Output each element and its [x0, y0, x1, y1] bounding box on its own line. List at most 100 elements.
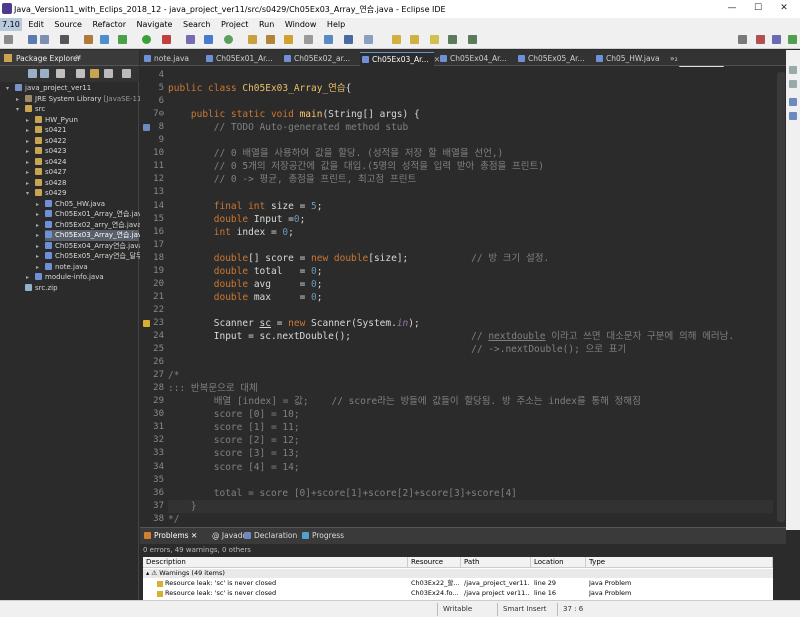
problem-cell[interactable]: Ch03Ex22_할... — [411, 579, 459, 588]
collapsed-arrow-icon[interactable]: ▸ — [26, 146, 29, 157]
code-line[interactable]: final int size = 5; — [168, 200, 323, 213]
collapsed-arrow-icon[interactable]: ▸ — [36, 262, 39, 273]
menu-navigate[interactable]: Navigate — [133, 18, 177, 31]
focus-icon[interactable] — [104, 69, 113, 78]
build-icon[interactable] — [84, 35, 93, 44]
previous-annotation-icon[interactable] — [410, 35, 419, 44]
open-task-icon[interactable] — [266, 35, 275, 44]
code-line[interactable]: */ — [168, 513, 179, 525]
code-line[interactable]: Scanner sc = new Scanner(System.in); — [168, 317, 420, 330]
run-icon[interactable] — [142, 35, 151, 44]
code-line[interactable]: double max = 0; — [168, 291, 323, 304]
tree-item[interactable]: ▾ src — [16, 104, 139, 115]
open-type-icon[interactable] — [248, 35, 257, 44]
collapsed-arrow-icon[interactable]: ▸ — [36, 209, 39, 220]
forward-icon[interactable] — [40, 69, 49, 78]
collapsed-arrow-icon[interactable]: ▸ — [26, 167, 29, 178]
problem-cell[interactable]: /java project ver11... — [464, 589, 529, 598]
code-line[interactable]: double[] score = new double[size]; // 방 … — [168, 252, 549, 265]
menu-refactor[interactable]: Refactor — [88, 18, 130, 31]
collapsed-arrow-icon[interactable]: ▸ — [26, 178, 29, 189]
menu-search[interactable]: Search — [179, 18, 214, 31]
menu-edit[interactable]: Edit — [24, 18, 48, 31]
editor-tab[interactable]: Ch05Ex03_Ar... ✕ — [360, 52, 440, 66]
search-icon[interactable] — [284, 35, 293, 44]
view-menu-icon[interactable] — [122, 69, 131, 78]
back-icon[interactable] — [28, 69, 37, 78]
tree-item[interactable]: ▸ Ch05Ex05_Array연습_달무 — [36, 251, 142, 262]
tree-item[interactable]: ▸ note.java — [36, 262, 139, 273]
tree-item[interactable]: ▸ Ch05_HW.java — [36, 199, 139, 210]
tree-item[interactable]: ▸ s0422 — [26, 136, 139, 147]
next-annotation-icon[interactable] — [392, 35, 401, 44]
code-line[interactable]: // 0 배열을 사용하여 값을 할당. (성적을 저장 할 배열을 선언,) — [168, 147, 504, 160]
problem-cell[interactable]: Java Problem — [589, 589, 771, 598]
collapsed-arrow-icon[interactable]: ▸ — [36, 251, 39, 262]
editor-tab[interactable]: Ch05_HW.java — [594, 52, 668, 66]
maximize-button[interactable]: ☐ — [748, 2, 768, 15]
minimize-button[interactable]: — — [722, 2, 742, 15]
problems-table[interactable]: Description Resource Path Location Type ▴ ⚠ W… — [143, 557, 773, 601]
column-header[interactable]: Type — [586, 557, 773, 568]
scrollbar-thumb[interactable] — [777, 72, 785, 522]
problem-cell[interactable]: Ch03Ex24.fo... — [411, 589, 459, 598]
code-line[interactable]: double Input =0; — [168, 213, 306, 226]
menu-help[interactable]: Help — [323, 18, 349, 31]
tree-item[interactable]: ▸ s0423 — [26, 146, 139, 157]
code-line[interactable]: score [2] = 12; — [168, 434, 300, 447]
editor-tab[interactable]: Ch05Ex05_Ar... — [516, 52, 590, 66]
tree-item[interactable]: ▸ module-info.java — [26, 272, 139, 283]
collapsed-arrow-icon[interactable]: ▸ — [26, 115, 29, 126]
print-icon[interactable] — [60, 35, 69, 44]
tree-item[interactable]: src.zip — [25, 283, 139, 294]
show-whitespace-icon[interactable] — [364, 35, 373, 44]
save-all-icon[interactable] — [40, 35, 49, 44]
tree-item[interactable]: ▸ s0424 — [26, 157, 139, 168]
code-line[interactable]: double total = 0; — [168, 265, 323, 278]
menu-window[interactable]: Window — [281, 18, 321, 31]
code-line[interactable]: double avg = 0; — [168, 278, 323, 291]
toggle-breadcrumb-icon[interactable] — [324, 35, 333, 44]
collapsed-arrow-icon[interactable]: ▸ — [36, 220, 39, 231]
column-header[interactable]: Location — [531, 557, 586, 568]
code-line[interactable]: total = score [0]+score[1]+score[2]+scor… — [168, 487, 517, 500]
task-list-icon[interactable] — [789, 112, 797, 120]
expanded-arrow-icon[interactable]: ▾ — [26, 188, 29, 199]
tree-item[interactable]: ▾ java_project_ver11 — [6, 83, 139, 94]
debug-icon[interactable] — [118, 35, 127, 44]
code-line[interactable]: score [1] = 11; — [168, 421, 300, 434]
tree-item[interactable]: ▾ s0429 — [26, 188, 139, 199]
save-icon[interactable] — [28, 35, 37, 44]
code-line[interactable]: public class Ch05Ex03_Array_연습{ — [168, 82, 351, 95]
code-line[interactable]: // ->.nextDouble(); 으로 표기 — [168, 343, 626, 356]
editor-tab[interactable]: Ch05Ex04_Ar... — [438, 52, 512, 66]
warnings-group-row[interactable]: ▴ ⚠ Warnings (49 items) — [143, 569, 773, 578]
java-perspective-icon[interactable] — [772, 35, 781, 44]
code-line[interactable]: score [0] = 10; — [168, 408, 300, 421]
collapsed-arrow-icon[interactable]: ▸ — [26, 125, 29, 136]
tab-declaration[interactable]: Declaration — [244, 531, 297, 540]
tree-item[interactable]: ▸ Ch05Ex03_Array_연습.jav — [36, 230, 142, 241]
tree-item[interactable]: ▸ JRE System Library [JavaSE-11] — [16, 94, 144, 105]
column-header[interactable]: Path — [461, 557, 531, 568]
collapsed-arrow-icon[interactable]: ▸ — [26, 157, 29, 168]
new-icon[interactable] — [4, 35, 13, 44]
tab-progress[interactable]: Progress — [302, 531, 344, 540]
editor-tab[interactable]: »₂ — [668, 52, 688, 66]
column-header[interactable]: Description — [143, 557, 408, 568]
problem-cell[interactable]: line 29 — [534, 579, 584, 588]
warning-marker-icon[interactable] — [143, 319, 150, 327]
code-line[interactable]: /* — [168, 369, 179, 382]
forward-arrow-icon[interactable] — [468, 35, 477, 44]
expanded-arrow-icon[interactable]: ▾ — [6, 83, 9, 94]
code-line[interactable]: } — [168, 499, 773, 513]
minimize-view-icon[interactable] — [789, 66, 797, 74]
editor-tab[interactable]: Ch05Ex01_Ar... — [204, 52, 278, 66]
editor-tab[interactable]: Ch05Ex02_ar... — [282, 52, 356, 66]
debug-perspective-icon[interactable] — [788, 35, 797, 44]
open-perspective-icon[interactable] — [738, 35, 747, 44]
new-class-icon[interactable] — [224, 35, 233, 44]
new-package-icon[interactable] — [204, 35, 213, 44]
code-line[interactable]: public static void main(String[] args) { — [168, 108, 420, 121]
editor-vertical-scrollbar[interactable] — [776, 67, 786, 525]
